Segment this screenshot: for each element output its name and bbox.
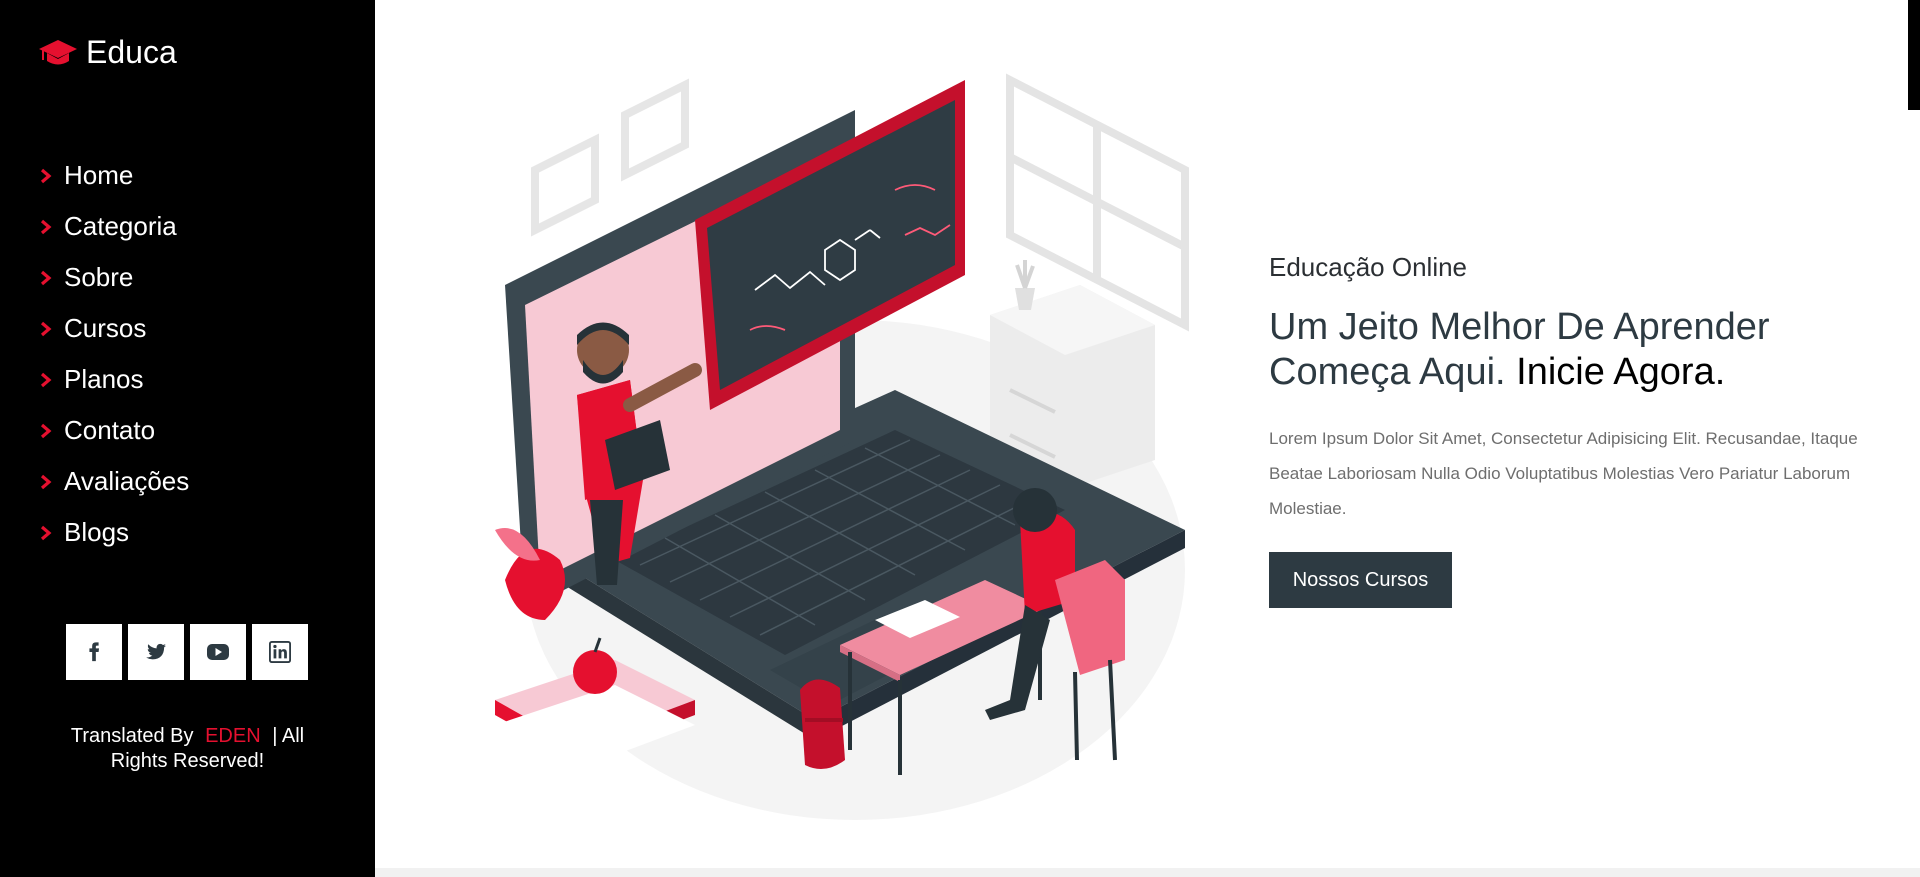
logo[interactable]: Educa — [38, 34, 177, 71]
facebook-button[interactable] — [66, 624, 122, 680]
nav-item-label: Cursos — [64, 313, 147, 343]
nav-item-contato[interactable]: Contato — [38, 405, 189, 456]
chevron-right-icon — [40, 321, 52, 336]
hero-eyebrow: Educação Online — [1269, 252, 1468, 282]
nav-item-sobre[interactable]: Sobre — [38, 252, 189, 303]
section-divider — [375, 868, 1920, 877]
hero-title: Um Jeito Melhor De Aprender Começa Aqui.… — [1269, 305, 1859, 395]
nav-item-label: Sobre — [64, 262, 134, 292]
twitter-button[interactable] — [128, 624, 184, 680]
online-education-illustration — [495, 73, 1189, 820]
hero-section: Educação Online Um Jeito Melhor De Apren… — [1269, 252, 1859, 608]
main-nav: Home Categoria Sobre Cursos Planos Conta… — [38, 150, 189, 558]
nav-item-categoria[interactable]: Categoria — [38, 201, 189, 252]
sidebar: Educa Home Categoria Sobre Cursos Planos… — [0, 0, 375, 877]
nav-item-label: Blogs — [64, 517, 130, 547]
twitter-icon — [146, 643, 167, 660]
scrollbar-thumb[interactable] — [1908, 0, 1920, 110]
nav-item-label: Avaliações — [64, 466, 190, 496]
logo-text: Educa — [86, 34, 177, 70]
facebook-icon — [89, 642, 100, 662]
chevron-right-icon — [40, 474, 52, 489]
nav-item-blogs[interactable]: Blogs — [38, 507, 189, 558]
youtube-button[interactable] — [190, 624, 246, 680]
chevron-right-icon — [40, 219, 52, 234]
linkedin-icon — [269, 641, 291, 663]
nav-item-label: Contato — [64, 415, 156, 445]
chevron-right-icon — [40, 525, 52, 540]
credits-brand-link[interactable]: EDEN — [205, 725, 261, 747]
chevron-right-icon — [40, 168, 52, 183]
chevron-right-icon — [40, 423, 52, 438]
nav-item-label: Categoria — [64, 211, 177, 241]
nav-item-cursos[interactable]: Cursos — [38, 303, 189, 354]
nav-item-avaliacoes[interactable]: Avaliações — [38, 456, 189, 507]
hero-description: Lorem Ipsum Dolor Sit Amet, Consectetur … — [1269, 429, 1858, 518]
chevron-right-icon — [40, 270, 52, 285]
youtube-icon — [207, 644, 229, 660]
main-content: Educação Online Um Jeito Melhor De Apren… — [375, 0, 1920, 877]
nav-item-planos[interactable]: Planos — [38, 354, 189, 405]
social-links — [66, 624, 308, 680]
hero-title-highlight: Inicie Agora. — [1516, 351, 1726, 393]
credits-prefix: Translated By — [70, 725, 194, 747]
chevron-right-icon — [40, 372, 52, 387]
credits: Translated By EDEN | All Rights Reserved… — [40, 724, 335, 774]
nav-item-label: Planos — [64, 364, 144, 394]
graduation-cap-icon — [39, 39, 77, 64]
courses-button[interactable]: Nossos Cursos — [1269, 552, 1452, 608]
nav-item-label: Home — [64, 160, 134, 190]
nav-item-home[interactable]: Home — [38, 150, 189, 201]
linkedin-button[interactable] — [252, 624, 308, 680]
